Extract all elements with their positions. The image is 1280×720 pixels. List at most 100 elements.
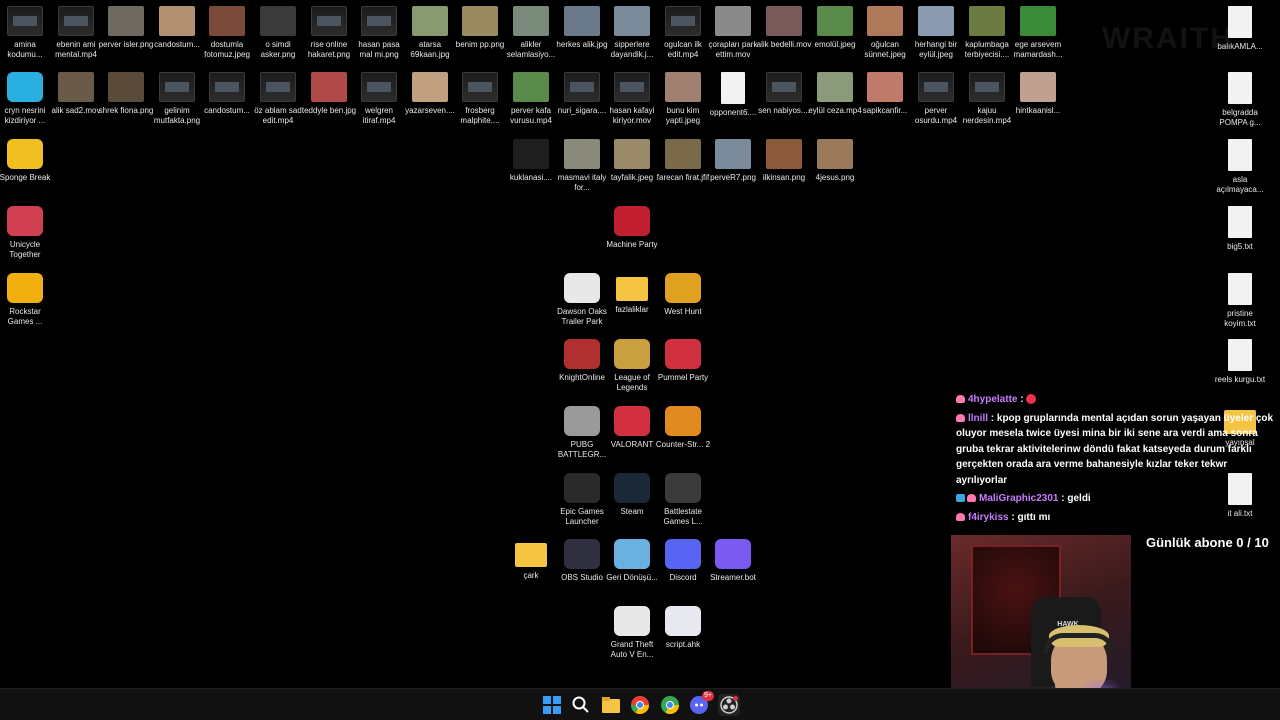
desktop-icon[interactable]: benim pp.png xyxy=(452,4,508,50)
chrome-button[interactable] xyxy=(629,694,651,716)
desktop-icon[interactable]: perver isler.png xyxy=(98,4,154,50)
desktop-icon[interactable]: kajuu nerdesin.mp4 xyxy=(959,70,1015,126)
desktop-icon[interactable]: öz ablam sad edit.mp4 xyxy=(250,70,306,126)
desktop-icon[interactable]: Machine Party xyxy=(604,204,660,250)
desktop-icon[interactable]: perver osurdu.mp4 xyxy=(908,70,964,126)
desktop-icon[interactable]: opponent6.... xyxy=(705,70,761,118)
desktop-icon[interactable]: sen nabiyos.... xyxy=(756,70,812,116)
desktop-icon[interactable]: reels kurgu.txt xyxy=(1212,337,1268,385)
desktop-icon[interactable]: Sponge Break xyxy=(0,137,53,183)
desktop-icon[interactable]: sipperlere dayandik.j... xyxy=(604,4,660,60)
desktop-icon[interactable]: herkes alik.jpg xyxy=(554,4,610,50)
chat-username: llnill xyxy=(968,412,988,424)
desktop-icon[interactable]: Pummel Party xyxy=(655,337,711,383)
desktop-icon[interactable]: hasan pasa mal mi.png xyxy=(351,4,407,60)
desktop-icon[interactable]: alik bedelli.mov xyxy=(756,4,812,50)
desktop-icon[interactable]: cryn nesrini kizdiriyor ... xyxy=(0,70,53,126)
desktop-icon[interactable]: tayfalik.jpeg xyxy=(604,137,660,183)
desktop-icon[interactable]: oğulcan sünnet.jpeg xyxy=(857,4,913,60)
desktop-icon[interactable]: 4jesus.png xyxy=(807,137,863,183)
desktop-icon[interactable]: fazlaliklar xyxy=(604,271,660,315)
desktop-icon-label: Dawson Oaks Trailer Park xyxy=(557,307,607,326)
desktop-icon[interactable]: candostum... xyxy=(199,70,255,116)
desktop-icon[interactable]: VALORANT xyxy=(604,404,660,450)
desktop-icon-label: öz ablam sad edit.mp4 xyxy=(254,106,302,125)
desktop-icon[interactable]: PUBG BATTLEGR... xyxy=(554,404,610,460)
desktop-icon[interactable]: teddyle ben.jpg xyxy=(301,70,357,116)
app-shortcut-icon xyxy=(614,606,650,636)
desktop-icon[interactable]: hintkaanisl... xyxy=(1010,70,1066,116)
desktop-icon[interactable]: OBS Studio xyxy=(554,537,610,583)
desktop-icon[interactable]: ilkinsan.png xyxy=(756,137,812,183)
desktop-icon[interactable]: çorapları park ettim.mov xyxy=(705,4,761,60)
desktop-icon[interactable]: ege arsevem mamardash... xyxy=(1010,4,1066,60)
desktop-icon[interactable]: Unicycle Together xyxy=(0,204,53,260)
desktop-icon[interactable]: Streamer.bot xyxy=(705,537,761,583)
file-explorer-button[interactable] xyxy=(600,694,622,716)
desktop-icon-label: ogulcan ilk edit.mp4 xyxy=(664,40,702,59)
stream-chat-overlay: 4hypelatte : llnill : kpop gruplarında m… xyxy=(956,392,1276,528)
desktop-icon[interactable]: Discord xyxy=(655,537,711,583)
desktop-icon[interactable]: West Hunt xyxy=(655,271,711,317)
desktop-icon-label: League of Legends xyxy=(614,373,650,392)
desktop-icon[interactable]: Dawson Oaks Trailer Park xyxy=(554,271,610,327)
app-shortcut-icon xyxy=(564,273,600,303)
image-file-icon xyxy=(665,139,701,169)
desktop-icon[interactable]: herhangi bir eylül.jpeg xyxy=(908,4,964,60)
desktop-icon[interactable]: pristine koyim.txt xyxy=(1212,271,1268,329)
obs-button[interactable] xyxy=(718,694,740,716)
desktop-icon[interactable]: balıkAMLA... xyxy=(1212,4,1268,52)
heart-badge-icon xyxy=(956,512,965,521)
desktop-icon[interactable]: big5.txt xyxy=(1212,204,1268,252)
desktop-icon[interactable]: dostumla fotomuz.jpeg xyxy=(199,4,255,60)
desktop-icon[interactable]: masmavi italy for... xyxy=(554,137,610,193)
desktop-icon[interactable]: KnightOnline xyxy=(554,337,610,383)
desktop-icon[interactable]: kaplumbaga terbiyecisi.... xyxy=(959,4,1015,60)
desktop-icon[interactable]: hasan kafayi kiriyor.mov xyxy=(604,70,660,126)
desktop-icon[interactable]: emolül.jpeg xyxy=(807,4,863,50)
desktop-icon[interactable]: eylül ceza.mp4 xyxy=(807,70,863,116)
search-button[interactable] xyxy=(570,694,592,716)
desktop-icon[interactable]: amina kodumu... xyxy=(0,4,53,60)
desktop-icon[interactable]: atarsa 69kaan.jpg xyxy=(402,4,458,60)
desktop-icon[interactable]: o simdi asker.png xyxy=(250,4,306,60)
desktop-icon[interactable]: alikler selamlasiyo... xyxy=(503,4,559,60)
desktop-icon[interactable]: welgren itiraf.mp4 xyxy=(351,70,407,126)
desktop-icon[interactable]: farecan firat.jfif xyxy=(655,137,711,183)
desktop-icon[interactable]: Battlestate Games L... xyxy=(655,471,711,527)
desktop-icon[interactable]: rise online hakaret.png xyxy=(301,4,357,60)
discord-button[interactable]: 9+ xyxy=(688,691,714,716)
desktop-icon[interactable]: Counter-Str... 2 xyxy=(655,404,711,450)
desktop-icon[interactable]: candostum... xyxy=(149,4,205,50)
desktop-icon[interactable]: ogulcan ilk edit.mp4 xyxy=(655,4,711,60)
desktop-icon[interactable]: belgradda POMPA g... xyxy=(1212,70,1268,128)
desktop-icon[interactable]: kuklanasi.... xyxy=(503,137,559,183)
desktop-icon[interactable]: yazarseven.... xyxy=(402,70,458,116)
file-explorer-icon xyxy=(602,697,620,713)
desktop-icon[interactable]: Epic Games Launcher xyxy=(554,471,610,527)
desktop-icon-label: Grand Theft Auto V En... xyxy=(610,640,654,659)
desktop-icon[interactable]: Steam xyxy=(604,471,660,517)
chat-separator: : xyxy=(988,412,995,424)
desktop-icon[interactable]: Grand Theft Auto V En... xyxy=(604,604,660,660)
desktop-icon-label: rise online hakaret.png xyxy=(307,40,351,59)
desktop-icon[interactable]: sapikcanfir... xyxy=(857,70,913,116)
desktop-icon[interactable]: Rockstar Games ... xyxy=(0,271,53,327)
start-button[interactable] xyxy=(541,694,563,716)
desktop-icon[interactable]: gelinim mutfakta.png xyxy=(149,70,205,126)
desktop-icon[interactable]: ebenin ami mental.mp4 xyxy=(48,4,104,60)
desktop-icon[interactable]: bunu kim yapti.jpeg xyxy=(655,70,711,126)
desktop-icon[interactable]: asla açılmayaca... xyxy=(1212,137,1268,195)
desktop-icon[interactable]: çark xyxy=(503,537,559,581)
desktop-icon[interactable]: frosberg malphite.... xyxy=(452,70,508,126)
desktop-icon[interactable]: League of Legends xyxy=(604,337,660,393)
desktop-icon[interactable]: script.ahk xyxy=(655,604,711,650)
desktop-icon[interactable]: perver kafa vurusu.mp4 xyxy=(503,70,559,126)
desktop-icon[interactable]: shrek fiona.png xyxy=(98,70,154,116)
desktop-icon[interactable]: Geri Dönüşü... xyxy=(604,537,660,583)
desktop-icon[interactable]: alik sad2.mov xyxy=(48,70,104,116)
desktop-icon[interactable]: perveR7.png xyxy=(705,137,761,183)
chrome-profile-button[interactable] xyxy=(659,694,681,716)
desktop-icon-label: candostum... xyxy=(204,106,250,115)
desktop-icon[interactable]: nuri_sigara.... xyxy=(554,70,610,116)
